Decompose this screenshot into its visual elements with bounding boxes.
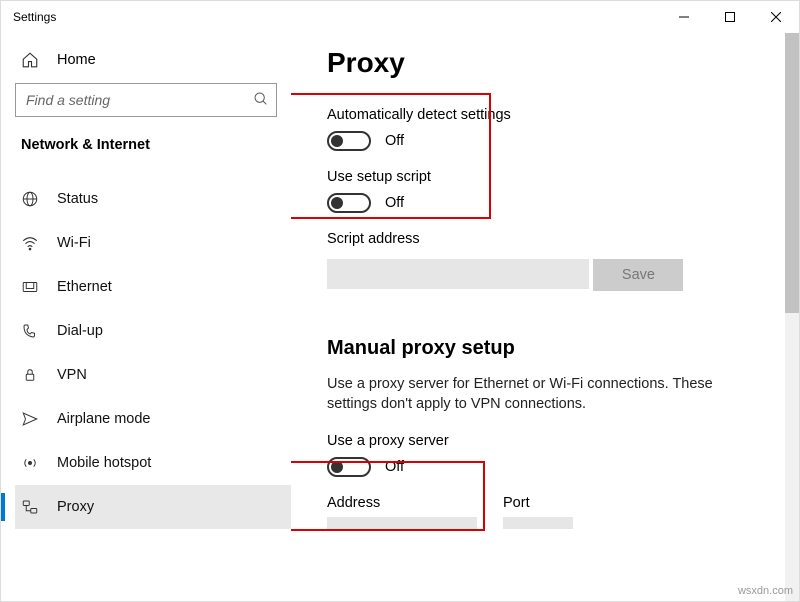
search-icon: [253, 91, 269, 112]
sidebar-item-wifi[interactable]: Wi-Fi: [15, 221, 291, 265]
vpn-icon: [21, 366, 39, 384]
sidebar-item-label: Ethernet: [57, 279, 112, 295]
proxy-icon: [21, 498, 39, 516]
sidebar-item-status[interactable]: Status: [15, 177, 291, 221]
close-button[interactable]: [753, 1, 799, 33]
port-label: Port: [503, 495, 573, 511]
hotspot-icon: [21, 454, 39, 472]
sidebar-item-hotspot[interactable]: Mobile hotspot: [15, 441, 291, 485]
sidebar-item-ethernet[interactable]: Ethernet: [15, 265, 291, 309]
setup-script-toggle[interactable]: [327, 193, 371, 213]
window-title: Settings: [13, 10, 56, 24]
globe-icon: [21, 190, 39, 208]
home-label: Home: [57, 52, 96, 68]
sidebar-item-label: Airplane mode: [57, 411, 151, 427]
sidebar-item-vpn[interactable]: VPN: [15, 353, 291, 397]
manual-section-desc: Use a proxy server for Ethernet or Wi-Fi…: [327, 374, 757, 415]
sidebar: Home Network & Internet Status Wi-Fi Eth…: [1, 33, 291, 601]
use-proxy-toggle[interactable]: [327, 457, 371, 477]
sidebar-item-label: Proxy: [57, 499, 94, 515]
sidebar-item-label: VPN: [57, 367, 87, 383]
auto-detect-label: Automatically detect settings: [327, 107, 771, 123]
dialup-icon: [21, 322, 39, 340]
use-proxy-state: Off: [385, 459, 404, 475]
use-proxy-label: Use a proxy server: [327, 433, 771, 449]
airplane-icon: [21, 410, 39, 428]
address-input[interactable]: [327, 517, 477, 529]
ethernet-icon: [21, 278, 39, 296]
maximize-button[interactable]: [707, 1, 753, 33]
save-button[interactable]: Save: [593, 259, 683, 291]
port-input[interactable]: [503, 517, 573, 529]
watermark: wsxdn.com: [738, 585, 793, 597]
home-nav[interactable]: Home: [15, 43, 291, 83]
script-address-input[interactable]: [327, 259, 589, 289]
sidebar-section-label: Network & Internet: [15, 133, 291, 177]
sidebar-item-proxy[interactable]: Proxy: [15, 485, 291, 529]
sidebar-item-label: Mobile hotspot: [57, 455, 151, 471]
sidebar-item-label: Dial-up: [57, 323, 103, 339]
setup-script-label: Use setup script: [327, 169, 771, 185]
page-title: Proxy: [327, 47, 771, 79]
home-icon: [21, 51, 39, 69]
search-input[interactable]: [15, 83, 277, 117]
window-controls: [661, 1, 799, 33]
wifi-icon: [21, 234, 39, 252]
manual-section-title: Manual proxy setup: [327, 337, 771, 360]
address-label: Address: [327, 495, 477, 511]
sidebar-item-dialup[interactable]: Dial-up: [15, 309, 291, 353]
minimize-button[interactable]: [661, 1, 707, 33]
sidebar-item-airplane[interactable]: Airplane mode: [15, 397, 291, 441]
script-address-label: Script address: [327, 231, 771, 247]
sidebar-item-label: Wi-Fi: [57, 235, 91, 251]
main-panel: Proxy Automatically detect settings Off …: [291, 33, 799, 601]
auto-detect-toggle[interactable]: [327, 131, 371, 151]
auto-detect-state: Off: [385, 133, 404, 149]
setup-script-state: Off: [385, 195, 404, 211]
sidebar-item-label: Status: [57, 191, 98, 207]
